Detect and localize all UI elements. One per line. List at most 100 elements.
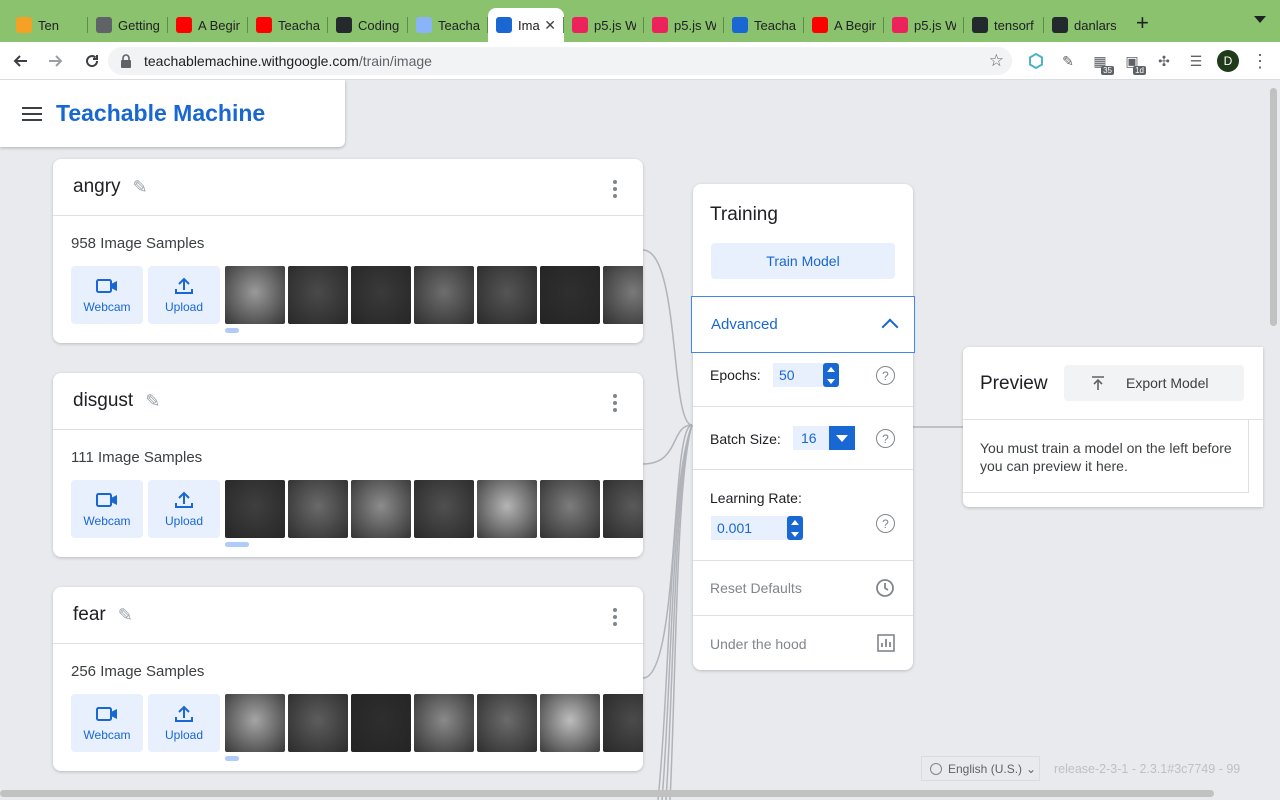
app-logo[interactable]: Teachable Machine [56, 100, 265, 127]
stepper-arrows-icon[interactable] [787, 516, 803, 540]
browser-tab[interactable]: Teacha [724, 8, 804, 42]
sample-image[interactable] [477, 266, 537, 324]
training-title: Training [710, 204, 778, 225]
horizontal-scrollbar[interactable] [0, 790, 1214, 797]
tab-title: Ten [38, 17, 59, 33]
lock-icon [121, 54, 131, 68]
sample-image[interactable] [288, 266, 348, 324]
browser-tab[interactable]: tensorf [964, 8, 1044, 42]
epochs-stepper[interactable]: 50 [773, 363, 839, 387]
upload-button[interactable]: Upload [148, 694, 220, 752]
hamburger-menu-icon[interactable] [22, 106, 42, 121]
sample-image[interactable] [288, 694, 348, 752]
pencil-edit-icon[interactable]: ✎ [133, 177, 148, 198]
sample-image[interactable] [540, 480, 600, 538]
reading-list-icon[interactable]: ☰ [1184, 47, 1208, 75]
tab-title: p5.js W [674, 17, 716, 33]
browser-tab[interactable]: A Begin [804, 8, 884, 42]
extension-dropper-icon[interactable]: ✎ [1056, 47, 1080, 75]
upload-button[interactable]: Upload [148, 266, 220, 324]
sample-image[interactable] [603, 480, 643, 538]
help-icon[interactable]: ? [876, 366, 895, 385]
webcam-button[interactable]: Webcam [71, 694, 143, 752]
extension-hexagon-icon[interactable] [1024, 47, 1048, 75]
browser-tab[interactable]: A Begin [168, 8, 248, 42]
sample-image[interactable] [414, 694, 474, 752]
extension-calendar-icon[interactable]: ▣ 1d [1120, 47, 1146, 75]
advanced-toggle[interactable]: Advanced [691, 296, 915, 353]
extension-stats-icon[interactable]: ▦ 35 [1088, 47, 1114, 75]
sample-scrollbar[interactable] [225, 756, 239, 761]
help-icon[interactable]: ? [876, 514, 895, 533]
sample-image[interactable] [225, 266, 285, 324]
youtube-icon [176, 17, 192, 33]
sample-image[interactable] [351, 266, 411, 324]
tab-title: Teacha [438, 17, 480, 33]
sample-scrollbar[interactable] [225, 542, 249, 547]
sample-image[interactable] [225, 694, 285, 752]
class-card: disgust ✎ 111 Image Samples Webcam Upload [53, 373, 643, 557]
tab-search-icon[interactable] [1254, 16, 1266, 23]
browser-tab[interactable]: Imag✕ [488, 8, 564, 42]
github-icon [1052, 17, 1068, 33]
batch-size-select[interactable]: 16 [793, 426, 855, 450]
sample-image[interactable] [540, 694, 600, 752]
browser-tab[interactable]: Getting [88, 8, 168, 42]
train-model-button[interactable]: Train Model [711, 243, 895, 279]
sample-scrollbar[interactable] [225, 328, 239, 333]
class-name[interactable]: fear [73, 604, 106, 626]
help-icon[interactable]: ? [876, 429, 895, 448]
sample-image[interactable] [414, 480, 474, 538]
address-bar[interactable]: teachablemachine.withgoogle.com/train/im… [108, 47, 1012, 75]
sample-image[interactable] [351, 480, 411, 538]
more-options-icon[interactable] [613, 180, 617, 198]
browser-tab[interactable]: p5.js W [644, 8, 724, 42]
browser-menu-icon[interactable]: ⋮ [1248, 47, 1272, 75]
back-button[interactable] [4, 45, 36, 77]
sample-image[interactable] [477, 480, 537, 538]
pencil-edit-icon[interactable]: ✎ [145, 391, 160, 412]
upload-icon [175, 705, 193, 722]
learning-rate-stepper[interactable]: 0.001 [711, 516, 803, 540]
new-tab-button[interactable]: + [1136, 10, 1149, 36]
language-select[interactable]: English (U.S.) ⌄ [921, 756, 1040, 781]
extensions-puzzle-icon[interactable]: ✣ [1152, 47, 1176, 75]
sample-image[interactable] [351, 694, 411, 752]
browser-tab[interactable]: danlars [1044, 8, 1124, 42]
stepper-arrows-icon[interactable] [823, 363, 839, 387]
more-options-icon[interactable] [613, 394, 617, 412]
sample-image[interactable] [603, 266, 643, 324]
class-name[interactable]: disgust [73, 390, 133, 412]
profile-avatar[interactable]: D [1216, 47, 1240, 75]
bookmark-star-icon[interactable]: ☆ [989, 51, 1004, 71]
p5-icon [652, 17, 668, 33]
pencil-edit-icon[interactable]: ✎ [118, 605, 133, 626]
browser-tab[interactable]: Teacha [248, 8, 328, 42]
sample-image[interactable] [414, 266, 474, 324]
sample-image[interactable] [477, 694, 537, 752]
under-the-hood-row[interactable]: Under the hood [693, 616, 913, 670]
extension-badge: 35 [1101, 66, 1114, 75]
reload-button[interactable] [76, 45, 108, 77]
youtube-icon [256, 17, 272, 33]
sample-image[interactable] [540, 266, 600, 324]
webcam-button[interactable]: Webcam [71, 480, 143, 538]
browser-tab[interactable]: p5.js W [884, 8, 964, 42]
browser-tab[interactable]: Teacha [408, 8, 488, 42]
sample-image[interactable] [603, 694, 643, 752]
class-name[interactable]: angry [73, 176, 121, 198]
export-model-button[interactable]: Export Model [1064, 365, 1244, 401]
sample-image[interactable] [288, 480, 348, 538]
sample-image[interactable] [225, 480, 285, 538]
upload-button[interactable]: Upload [148, 480, 220, 538]
learning-rate-row: Learning Rate: 0.001 ? [693, 470, 913, 561]
browser-tab[interactable]: Ten [8, 8, 88, 42]
webcam-button[interactable]: Webcam [71, 266, 143, 324]
browser-tab[interactable]: Coding [328, 8, 408, 42]
more-options-icon[interactable] [613, 608, 617, 626]
browser-tab[interactable]: p5.js W [564, 8, 644, 42]
forward-button[interactable] [40, 45, 72, 77]
reset-defaults-row[interactable]: Reset Defaults [693, 561, 913, 616]
vertical-scrollbar[interactable] [1270, 88, 1277, 326]
close-tab-icon[interactable]: ✕ [544, 17, 556, 34]
